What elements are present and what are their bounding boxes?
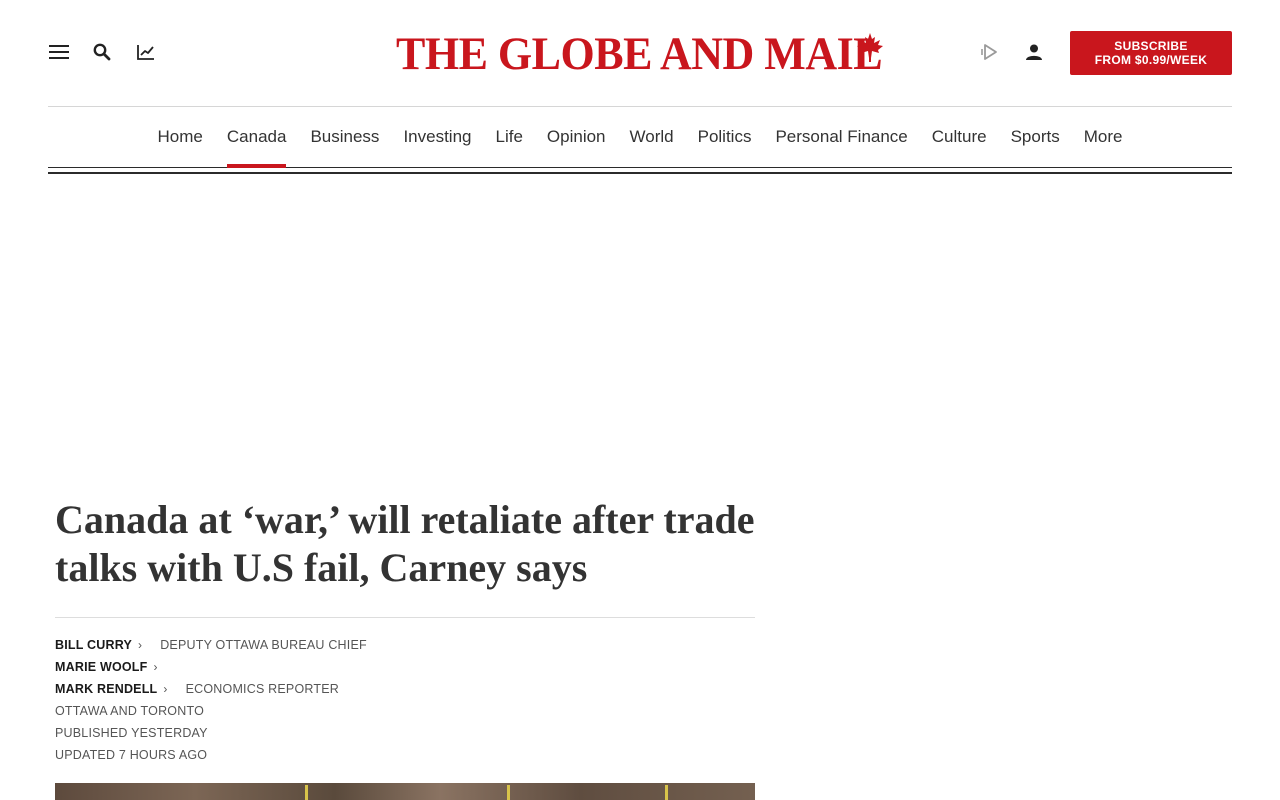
page: THE GLOBE AND MAIL SUBSCRIBE FROM $0.99/…: [0, 0, 1280, 800]
image-detail: [305, 785, 308, 800]
byline-row: BILL CURRY › DEPUTY OTTAWA BUREAU CHIEF: [55, 634, 755, 656]
nav-item-world[interactable]: World: [630, 107, 674, 167]
nav-item-more[interactable]: More: [1084, 107, 1123, 167]
article-hero-image: [55, 783, 755, 800]
subscribe-button[interactable]: SUBSCRIBE FROM $0.99/WEEK: [1070, 31, 1232, 75]
author-role: ECONOMICS REPORTER: [185, 682, 339, 696]
image-detail: [665, 785, 668, 800]
byline-block: BILL CURRY › DEPUTY OTTAWA BUREAU CHIEF …: [55, 634, 755, 766]
nav-item-culture[interactable]: Culture: [932, 107, 987, 167]
search-icon[interactable]: [90, 40, 114, 64]
subscribe-price: FROM $0.99/WEEK: [1094, 53, 1208, 67]
nav-item-life[interactable]: Life: [495, 107, 522, 167]
chart-icon[interactable]: [134, 40, 158, 64]
nav-item-opinion[interactable]: Opinion: [547, 107, 606, 167]
nav-divider: [48, 172, 1232, 174]
headline-divider: [55, 617, 755, 618]
author-role: DEPUTY OTTAWA BUREAU CHIEF: [160, 638, 367, 652]
chevron-right-icon[interactable]: ›: [163, 682, 167, 696]
user-icon[interactable]: [1022, 40, 1046, 64]
article-headline: Canada at ‘war,’ will retaliate after tr…: [55, 497, 755, 590]
nav-item-business[interactable]: Business: [310, 107, 379, 167]
nav-item-personal-finance[interactable]: Personal Finance: [775, 107, 907, 167]
author-link[interactable]: MARK RENDELL: [55, 682, 157, 696]
updated-time: UPDATED 7 HOURS AGO: [55, 748, 208, 762]
nav-item-canada[interactable]: Canada: [226, 107, 286, 168]
section-nav: Home Canada Business Investing Life Opin…: [48, 107, 1232, 168]
author-link[interactable]: BILL CURRY: [55, 638, 132, 652]
image-detail: [507, 785, 510, 800]
maple-leaf-icon: [857, 33, 883, 62]
nav-item-sports[interactable]: Sports: [1011, 107, 1060, 167]
byline-row: MARIE WOOLF ›: [55, 656, 755, 678]
chevron-right-icon[interactable]: ›: [153, 660, 157, 674]
listen-icon[interactable]: [978, 40, 1002, 64]
nav-item-politics[interactable]: Politics: [698, 107, 752, 167]
nav-item-home[interactable]: Home: [158, 107, 203, 167]
byline-row: MARK RENDELL › ECONOMICS REPORTER: [55, 678, 755, 700]
subscribe-label: SUBSCRIBE: [1114, 39, 1188, 53]
published-time: PUBLISHED YESTERDAY: [55, 726, 208, 740]
site-logo[interactable]: THE GLOBE AND MAIL: [396, 27, 886, 80]
dateline-location: OTTAWA AND TORONTO: [55, 704, 204, 718]
chevron-right-icon[interactable]: ›: [138, 638, 142, 652]
author-link[interactable]: MARIE WOOLF: [55, 660, 147, 674]
menu-icon[interactable]: [47, 40, 71, 64]
nav-item-investing[interactable]: Investing: [403, 107, 471, 167]
